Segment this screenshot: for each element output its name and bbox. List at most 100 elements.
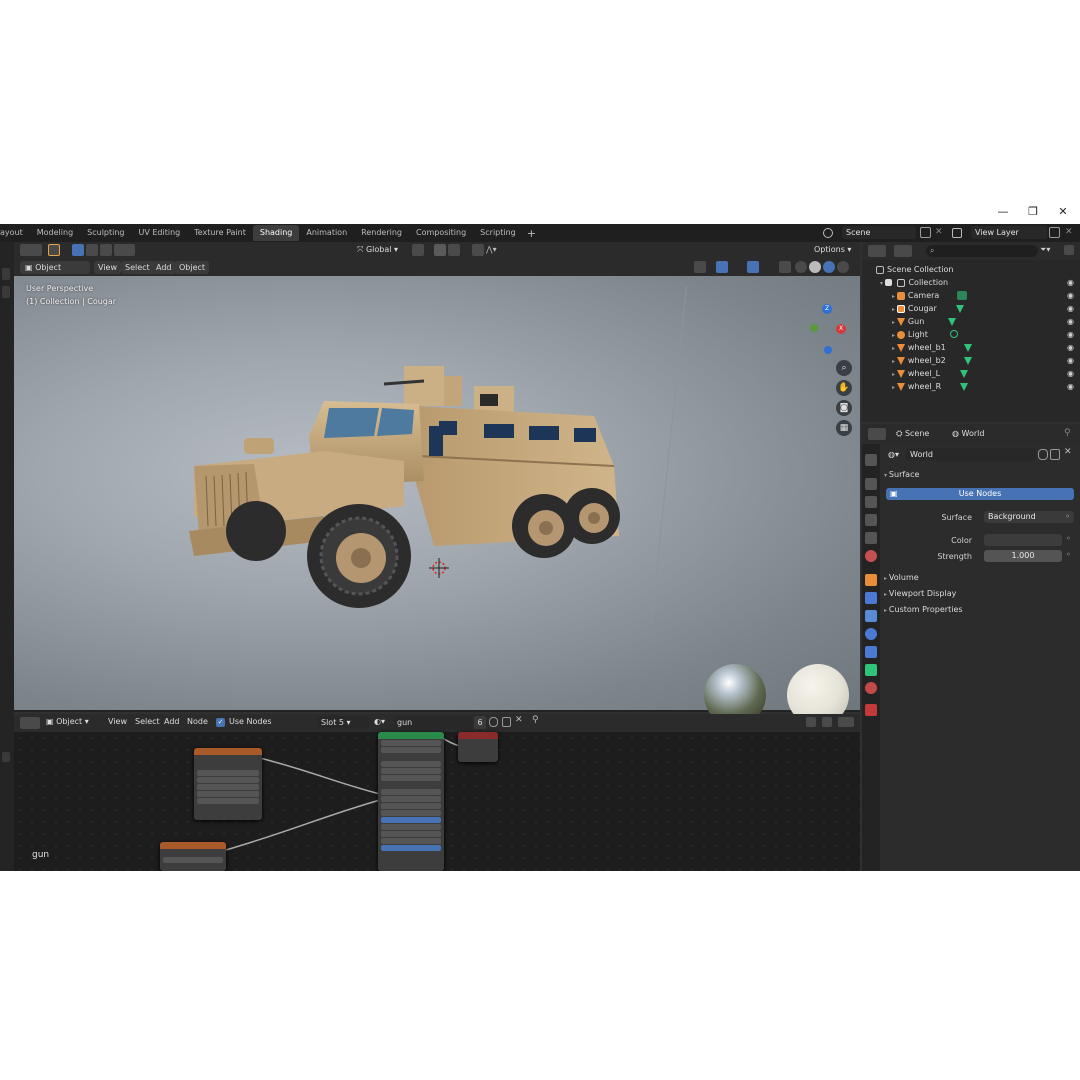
- image-texture-node-basecolor[interactable]: [194, 748, 262, 820]
- surface-panel-header[interactable]: ▾ Surface: [884, 470, 919, 479]
- mesh-data-icon[interactable]: [964, 357, 972, 365]
- add-workspace-button[interactable]: +: [523, 227, 540, 240]
- tab-rendering[interactable]: Rendering: [354, 225, 409, 241]
- breadcrumb-world[interactable]: ◍ World: [952, 429, 984, 438]
- viewport-display-panel-header[interactable]: ▸ Viewport Display: [884, 589, 956, 598]
- eye-icon[interactable]: ◉: [1067, 289, 1074, 302]
- tool-cursor-icon[interactable]: [2, 286, 10, 298]
- gizmo-neg-z-axis[interactable]: [824, 346, 832, 354]
- tab-texture-paint[interactable]: Texture Paint: [187, 225, 253, 241]
- fake-user-icon[interactable]: [489, 717, 498, 727]
- outliner-item-wheel-r[interactable]: ▸ wheel_R ◉: [862, 380, 1080, 393]
- light-data-icon[interactable]: [950, 330, 958, 338]
- output-tab-icon[interactable]: [865, 496, 877, 508]
- filter-icon[interactable]: ⏷▾: [1040, 245, 1050, 255]
- zoom-icon[interactable]: ⌕: [836, 360, 852, 376]
- object-tab-icon[interactable]: [865, 574, 877, 586]
- constraints-tab-icon[interactable]: [865, 646, 877, 658]
- volume-panel-header[interactable]: ▸ Volume: [884, 573, 919, 582]
- options-menu[interactable]: Options ▾: [814, 245, 851, 254]
- select-box-icon[interactable]: [48, 244, 60, 256]
- shader-node-editor[interactable]: gun: [14, 732, 860, 871]
- object-mode-dropdown[interactable]: ▣ Object Mode ▾: [20, 261, 90, 285]
- maximize-button[interactable]: ❐: [1018, 205, 1048, 218]
- snap-icon[interactable]: [434, 244, 446, 256]
- tab-sculpting[interactable]: Sculpting: [80, 225, 131, 241]
- new-collection-icon[interactable]: [1064, 245, 1074, 255]
- view-layer-icon[interactable]: [952, 228, 962, 238]
- checkbox-icon[interactable]: [884, 279, 892, 286]
- outliner-item-camera[interactable]: ▸ Camera ◉: [862, 289, 1080, 302]
- falloff-icon[interactable]: ⋀▾: [486, 244, 498, 256]
- 3d-viewport[interactable]: User Perspective (1) Collection | Cougar: [14, 276, 860, 726]
- scene-tab-icon[interactable]: [865, 532, 877, 544]
- cougar-vehicle-model[interactable]: [174, 346, 624, 636]
- visibility-icon[interactable]: [694, 261, 706, 273]
- mesh-data-icon[interactable]: [964, 344, 972, 352]
- mesh-data-icon[interactable]: [948, 318, 956, 326]
- world-browse-icon[interactable]: ◍▾: [888, 450, 899, 459]
- outliner-item-light[interactable]: ▸ Light ◉: [862, 328, 1080, 341]
- new-view-layer-icon[interactable]: [1049, 227, 1060, 238]
- mesh-data-icon[interactable]: [960, 383, 968, 391]
- use-nodes-checkbox[interactable]: ✓: [216, 718, 225, 727]
- material-name-field[interactable]: gun: [394, 716, 472, 729]
- color-socket-icon[interactable]: ◦: [1066, 534, 1071, 543]
- tab-shading[interactable]: Shading: [252, 225, 300, 241]
- node-menu-node[interactable]: Node: [187, 717, 208, 726]
- shading-material-icon[interactable]: [823, 261, 835, 273]
- tab-compositing[interactable]: Compositing: [409, 225, 473, 241]
- eye-icon[interactable]: ◉: [1067, 328, 1074, 341]
- editor-type-icon[interactable]: [20, 244, 42, 256]
- snap-target-icon[interactable]: [448, 244, 460, 256]
- material-tab-icon[interactable]: [865, 682, 877, 694]
- eye-icon[interactable]: ◉: [1067, 276, 1074, 289]
- node-editor-type-icon[interactable]: [20, 717, 40, 729]
- surface-shader-dropdown[interactable]: Background ◦: [984, 511, 1074, 523]
- modifiers-tab-icon[interactable]: [865, 592, 877, 604]
- xray-icon[interactable]: [779, 261, 791, 273]
- outliner-item-gun[interactable]: ▸ Gun ◉: [862, 315, 1080, 328]
- eye-icon[interactable]: ◉: [1067, 380, 1074, 393]
- mesh-data-icon[interactable]: [956, 305, 964, 313]
- unlink-material-icon[interactable]: ✕: [515, 715, 523, 725]
- delete-view-layer-icon[interactable]: ✕: [1065, 227, 1073, 237]
- pin-icon[interactable]: ⚲: [532, 715, 539, 725]
- scene-collection-row[interactable]: Scene Collection: [862, 263, 1080, 276]
- node-tool-icon[interactable]: [2, 752, 10, 762]
- new-scene-icon[interactable]: [920, 227, 931, 238]
- tab-layout[interactable]: ayout: [0, 225, 30, 241]
- strength-socket-icon[interactable]: ◦: [1066, 550, 1071, 559]
- shading-rendered-icon[interactable]: [837, 261, 849, 273]
- eye-icon[interactable]: ◉: [1067, 341, 1074, 354]
- custom-properties-panel-header[interactable]: ▸ Custom Properties: [884, 605, 963, 614]
- outliner-type-icon[interactable]: [868, 245, 886, 257]
- new-material-icon[interactable]: [502, 717, 511, 727]
- gizmo-y-axis[interactable]: [810, 324, 818, 332]
- camera-data-icon[interactable]: [957, 291, 967, 300]
- world-name-field[interactable]: World: [906, 448, 1036, 461]
- use-nodes-button[interactable]: ▣ Use Nodes: [886, 488, 1074, 500]
- pan-hand-icon[interactable]: ✋: [836, 380, 852, 396]
- breadcrumb-scene[interactable]: ⛭ Scene: [896, 429, 929, 439]
- render-tab-icon[interactable]: [865, 478, 877, 490]
- collection-row[interactable]: ▾ Collection ◉: [862, 276, 1080, 289]
- minimize-button[interactable]: —: [988, 205, 1018, 218]
- tab-animation[interactable]: Animation: [299, 225, 354, 241]
- scene-name-field[interactable]: Scene: [842, 226, 916, 239]
- view-layer-tab-icon[interactable]: [865, 514, 877, 526]
- pivot-point-icon[interactable]: [412, 244, 424, 256]
- view-layer-field[interactable]: View Layer: [971, 226, 1047, 239]
- select-mode-extend-icon[interactable]: [86, 244, 98, 256]
- gizmo-toggle-icon[interactable]: [716, 261, 728, 273]
- ortho-grid-icon[interactable]: ▦: [836, 420, 852, 436]
- menu-select[interactable]: Select: [121, 261, 154, 274]
- outliner-search-input[interactable]: ⌕: [926, 245, 1038, 257]
- eye-icon[interactable]: ◉: [1067, 315, 1074, 328]
- tab-modeling[interactable]: Modeling: [30, 225, 80, 241]
- scene-icon[interactable]: [823, 228, 833, 238]
- image-texture-node-roughness[interactable]: [160, 842, 226, 871]
- shader-type-dropdown[interactable]: ▣ Object ▾: [46, 717, 89, 726]
- snap-node-icon[interactable]: [806, 717, 816, 727]
- outliner-item-wheel-l[interactable]: ▸ wheel_L ◉: [862, 367, 1080, 380]
